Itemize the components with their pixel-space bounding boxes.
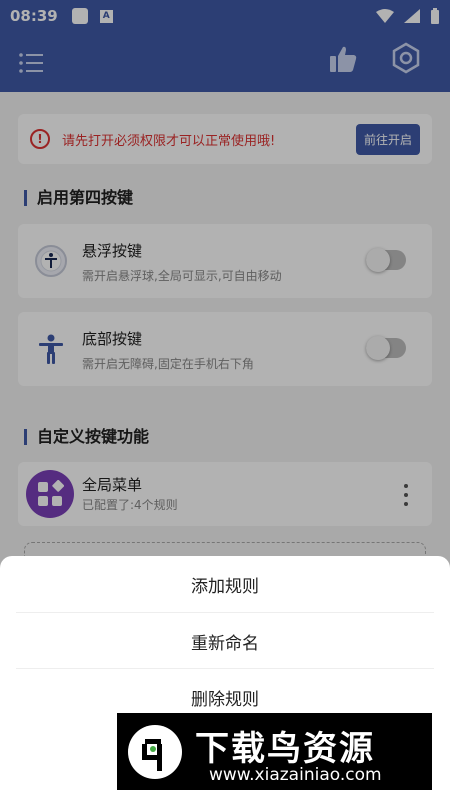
watermark-title: 下载鸟资源 [195, 729, 375, 769]
watermark-banner: 下载鸟资源 www.xiazainiao.com [117, 713, 432, 790]
bird-logo-icon [128, 725, 182, 779]
add-rule-option[interactable]: 添加规则 [0, 556, 450, 612]
rename-option[interactable]: 重新命名 [0, 613, 450, 669]
watermark-url: www.xiazainiao.com [209, 765, 382, 785]
